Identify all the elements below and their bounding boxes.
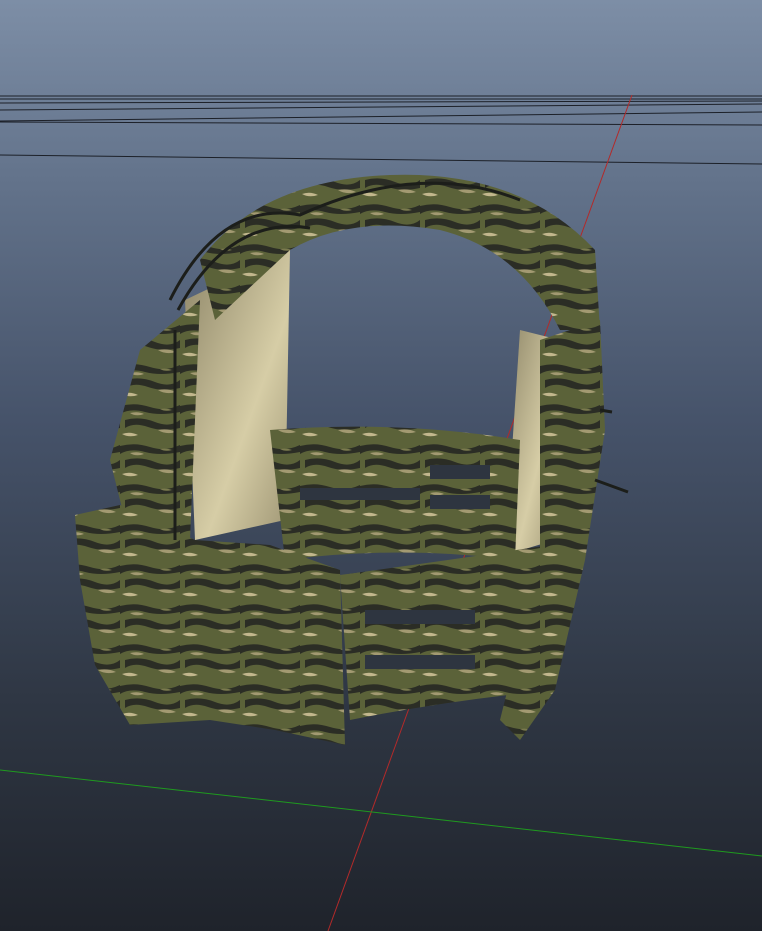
- viewport-canvas[interactable]: [0, 0, 762, 931]
- 3d-viewport[interactable]: [0, 0, 762, 931]
- z-axis-line: [0, 769, 762, 857]
- grid-lines: [0, 95, 762, 165]
- vest-model[interactable]: [75, 174, 629, 745]
